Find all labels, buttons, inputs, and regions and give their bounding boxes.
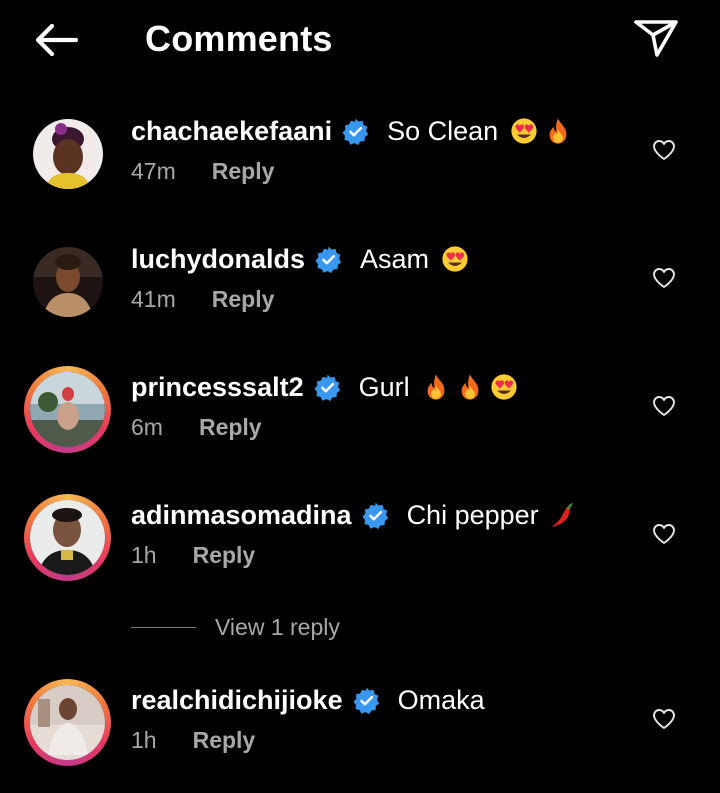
reply-button[interactable]: Reply bbox=[212, 286, 275, 313]
comment-item: princesssalt2 Gurl 6m Reply bbox=[0, 366, 720, 480]
comment-username[interactable]: princesssalt2 bbox=[131, 372, 304, 403]
reply-button[interactable]: Reply bbox=[212, 158, 275, 185]
comment-time: 47m bbox=[131, 158, 176, 184]
verified-badge-icon bbox=[353, 687, 380, 714]
comment-text: Chi pepper bbox=[406, 499, 539, 530]
send-icon bbox=[634, 20, 678, 57]
avatar[interactable] bbox=[24, 238, 111, 325]
fire-emoji-icon bbox=[456, 373, 484, 401]
verified-badge-icon bbox=[342, 118, 369, 145]
like-heart-icon[interactable] bbox=[652, 522, 676, 546]
avatar-photo bbox=[30, 685, 105, 760]
verified-badge-icon bbox=[314, 374, 341, 401]
arrow-left-icon bbox=[35, 23, 79, 57]
verified-badge-icon bbox=[315, 246, 342, 273]
comment-time: 1h bbox=[131, 542, 157, 568]
share-button[interactable] bbox=[632, 16, 680, 60]
like-heart-icon[interactable] bbox=[652, 394, 676, 418]
comment-item: luchydonalds Asam 41m Reply bbox=[0, 242, 720, 352]
heart-eyes-emoji-icon bbox=[441, 245, 469, 273]
avatar-story-ring[interactable] bbox=[24, 494, 111, 581]
avatar[interactable] bbox=[24, 110, 111, 197]
comment-text: Omaka bbox=[397, 684, 485, 715]
comment-username[interactable]: adinmasomadina bbox=[131, 500, 352, 531]
comment-time: 1h bbox=[131, 727, 157, 753]
verified-badge-icon bbox=[362, 502, 389, 529]
fire-emoji-icon bbox=[422, 373, 450, 401]
like-heart-icon[interactable] bbox=[652, 707, 676, 731]
comment-item: chachaekefaani So Clean 47m Reply bbox=[0, 114, 720, 224]
view-replies-button[interactable]: View 1 reply bbox=[131, 612, 340, 642]
reply-button[interactable]: Reply bbox=[193, 727, 256, 754]
like-heart-icon[interactable] bbox=[652, 138, 676, 162]
view-replies-label: View 1 reply bbox=[215, 613, 340, 640]
avatar-photo bbox=[30, 372, 105, 447]
heart-eyes-emoji-icon bbox=[490, 373, 518, 401]
comment-username[interactable]: chachaekefaani bbox=[131, 116, 332, 147]
avatar-photo bbox=[33, 247, 103, 317]
comment-text: So Clean bbox=[387, 115, 499, 146]
comment-item: adinmasomadina Chi pepper 1h Reply bbox=[0, 494, 720, 608]
avatar-story-ring[interactable] bbox=[24, 366, 111, 453]
chili-pepper-emoji-icon bbox=[549, 501, 577, 529]
avatar-story-ring[interactable] bbox=[24, 679, 111, 766]
avatar-photo bbox=[33, 119, 103, 189]
comment-text: Asam bbox=[360, 243, 430, 274]
fire-emoji-icon bbox=[544, 117, 572, 145]
back-button[interactable] bbox=[30, 18, 82, 62]
like-heart-icon[interactable] bbox=[652, 266, 676, 290]
page-title: Comments bbox=[145, 18, 333, 59]
comment-time: 6m bbox=[131, 414, 163, 440]
reply-button[interactable]: Reply bbox=[199, 414, 262, 441]
comment-item: realchidichijioke Omaka 1h Reply bbox=[0, 679, 720, 793]
heart-eyes-emoji-icon bbox=[510, 117, 538, 145]
header-bar: Comments bbox=[0, 0, 720, 80]
comment-username[interactable]: luchydonalds bbox=[131, 244, 305, 275]
comment-text: Gurl bbox=[358, 371, 410, 402]
comment-time: 41m bbox=[131, 286, 176, 312]
reply-button[interactable]: Reply bbox=[193, 542, 256, 569]
view-replies-divider bbox=[131, 626, 196, 628]
comment-username[interactable]: realchidichijioke bbox=[131, 685, 343, 716]
avatar-photo bbox=[30, 500, 105, 575]
